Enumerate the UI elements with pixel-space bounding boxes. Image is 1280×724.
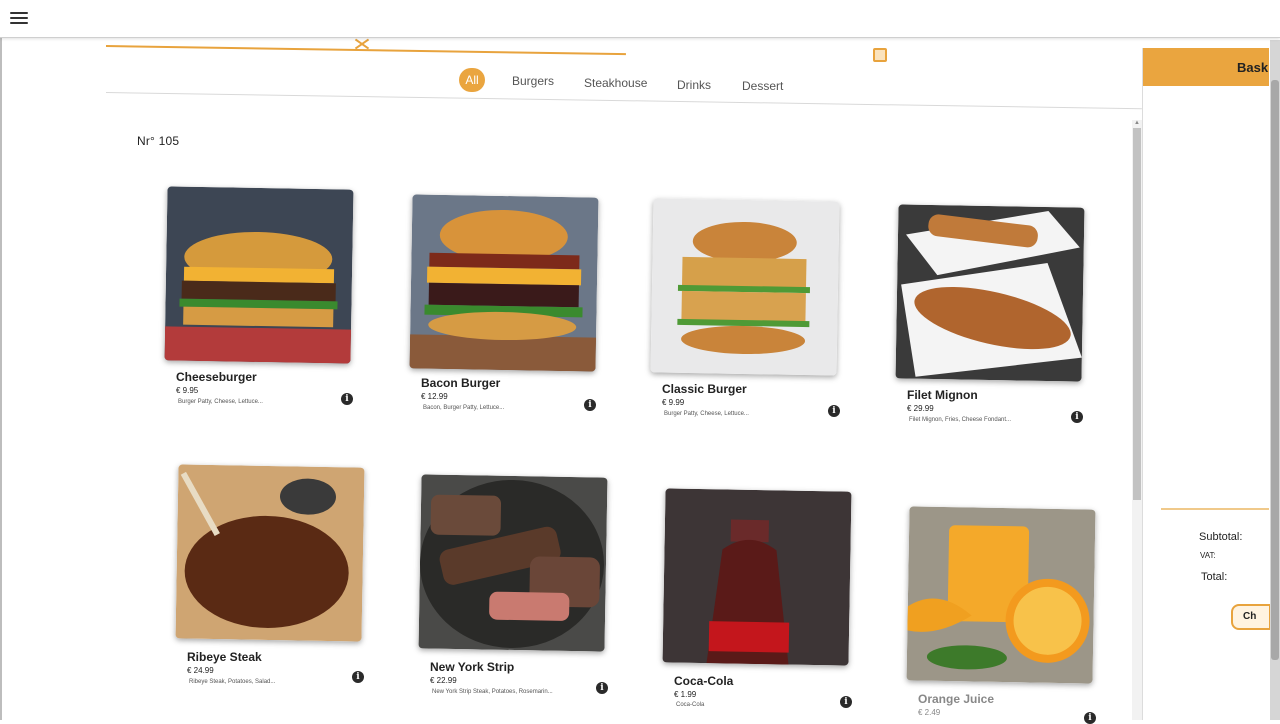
product-price: € 1.99 xyxy=(674,690,697,699)
info-icon[interactable]: i xyxy=(1071,411,1083,423)
top-app-bar xyxy=(0,0,1280,38)
product-description: Coca-Cola xyxy=(676,702,705,708)
checkout-button[interactable]: Ch xyxy=(1231,604,1271,630)
product-price: € 12.99 xyxy=(421,392,448,401)
product-description: Bacon, Burger Patty, Lettuce... xyxy=(423,405,505,411)
product-price: € 29.99 xyxy=(907,404,934,413)
product-photo-filet-mignon xyxy=(895,204,1085,382)
product-price: € 2.49 xyxy=(918,708,941,717)
scroll-up-arrow[interactable]: ▲ xyxy=(1133,120,1141,127)
product-name: Classic Burger xyxy=(662,382,747,396)
info-icon[interactable]: i xyxy=(352,671,364,683)
info-icon[interactable]: i xyxy=(840,696,852,708)
info-icon[interactable]: i xyxy=(1084,712,1096,724)
menu-scrollbar-thumb[interactable] xyxy=(1133,128,1141,500)
tab-steakhouse[interactable]: Steakhouse xyxy=(584,76,647,90)
tab-dessert[interactable]: Dessert xyxy=(742,79,783,93)
product-name: Coca-Cola xyxy=(674,674,734,688)
info-icon[interactable]: i xyxy=(596,682,608,694)
product-name: Filet Mignon xyxy=(907,388,978,402)
basket-title: Bask xyxy=(1143,48,1269,86)
product-description: Burger Patty, Cheese, Lettuce... xyxy=(664,411,749,417)
product-name: Cheeseburger xyxy=(176,370,257,384)
product-name: New York Strip xyxy=(430,660,515,674)
info-icon[interactable]: i xyxy=(341,393,353,405)
vat-label: VAT: xyxy=(1200,551,1216,560)
product-photo-classic-burger xyxy=(650,198,840,376)
product-name: Bacon Burger xyxy=(421,376,501,390)
category-tabs: All Burgers Steakhouse Drinks Dessert xyxy=(455,66,855,100)
hamburger-icon[interactable] xyxy=(10,12,28,26)
product-price: € 9.99 xyxy=(662,398,685,407)
left-border xyxy=(0,38,2,720)
product-price: € 24.99 xyxy=(187,666,214,675)
product-price: € 22.99 xyxy=(430,676,457,685)
product-description: Burger Patty, Cheese, Lettuce... xyxy=(178,399,263,405)
info-icon[interactable]: i xyxy=(828,405,840,417)
cutlery-icon xyxy=(354,37,370,51)
product-description: Filet Mignon, Fries, Cheese Fondant... xyxy=(909,417,1012,423)
basket-icon[interactable] xyxy=(873,48,887,62)
product-description: New York Strip Steak, Potatoes, Rosemari… xyxy=(432,689,553,695)
product-photo-ribeye-steak xyxy=(175,464,365,642)
info-icon[interactable]: i xyxy=(584,399,596,411)
tab-all[interactable]: All xyxy=(459,68,485,92)
subtotal-label: Subtotal: xyxy=(1199,531,1243,543)
product-photo-cheeseburger xyxy=(164,186,354,364)
basket-divider xyxy=(1161,508,1269,510)
product-description: Ribeye Steak, Potatoes, Salad... xyxy=(189,679,276,685)
basket-panel: Bask Subtotal: VAT: Total: Ch xyxy=(1142,48,1271,720)
tab-burgers[interactable]: Burgers xyxy=(512,74,554,88)
product-photo-bacon-burger xyxy=(409,194,599,372)
product-name: Ribeye Steak xyxy=(187,650,262,664)
total-label: Total: xyxy=(1201,571,1228,583)
window-scrollbar-thumb[interactable] xyxy=(1271,80,1279,660)
product-name: Orange Juice xyxy=(918,692,995,706)
product-price: € 9.95 xyxy=(176,386,199,395)
product-photo-orange-juice xyxy=(906,506,1096,684)
product-photo-coca-cola xyxy=(662,488,852,666)
order-number: Nr° 105 xyxy=(137,134,180,148)
product-photo-new-york-strip xyxy=(418,474,608,652)
tab-drinks[interactable]: Drinks xyxy=(677,78,711,92)
